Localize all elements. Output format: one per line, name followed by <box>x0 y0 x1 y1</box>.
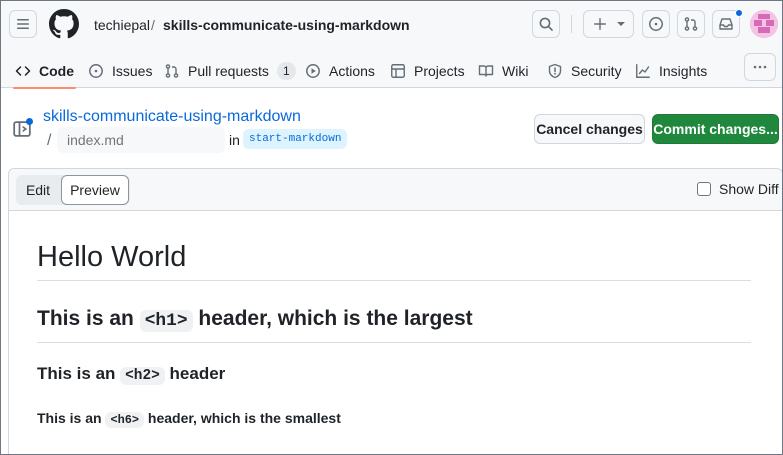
tab-code[interactable]: Code <box>9 53 80 89</box>
tab-wiki[interactable]: Wiki <box>472 53 534 88</box>
breadcrumb-separator: / <box>151 17 155 33</box>
repo-link[interactable]: skills-communicate-using-markdown <box>43 107 301 127</box>
tab-label: Actions <box>329 62 375 79</box>
heading-text: header, which is the largest <box>192 307 473 330</box>
show-diff-label: Show Diff <box>719 181 779 197</box>
issue-opened-icon <box>649 17 663 31</box>
preview-tab-button[interactable]: Preview <box>61 175 129 205</box>
kebab-horizontal-icon <box>753 65 767 69</box>
edit-tab-button[interactable]: Edit <box>16 175 60 205</box>
preview-heading-1: Hello World <box>37 239 751 281</box>
github-logo-icon[interactable] <box>49 9 79 39</box>
pull-request-count-badge: 1 <box>276 61 296 80</box>
plus-icon <box>593 18 606 30</box>
breadcrumb-repo[interactable]: skills-communicate-using-markdown <box>163 16 410 34</box>
play-icon <box>306 63 320 78</box>
tab-label: Pull requests <box>188 62 269 79</box>
pull-requests-button[interactable] <box>677 10 705 38</box>
header-divider <box>571 15 572 33</box>
commit-changes-button[interactable]: Commit changes... <box>652 114 779 144</box>
inline-code: <h1> <box>139 310 193 332</box>
issues-button[interactable] <box>642 10 670 38</box>
show-diff-toggle[interactable]: Show Diff <box>697 181 779 197</box>
search-icon <box>539 17 553 31</box>
graph-icon <box>636 63 650 78</box>
tab-label: Security <box>571 62 622 79</box>
code-icon <box>15 65 31 76</box>
heading-text: This is an <box>37 364 121 383</box>
more-tabs-button[interactable] <box>744 53 776 81</box>
inline-code: <h2> <box>120 367 165 385</box>
editor-toolbar: Edit Preview Show Diff <box>9 169 782 211</box>
hamburger-icon <box>17 19 29 29</box>
heading-text: This is an <box>37 410 106 426</box>
tab-label: Wiki <box>502 62 529 79</box>
tab-label: Insights <box>659 62 708 79</box>
inbox-icon <box>719 18 733 30</box>
search-button[interactable] <box>532 10 560 38</box>
heading-text: header, which is the smallest <box>144 410 341 426</box>
git-pull-request-icon <box>165 63 179 78</box>
tab-issues[interactable]: Issues <box>82 53 158 88</box>
file-editor: Edit Preview Show Diff Hello World This … <box>8 168 782 454</box>
avatar[interactable] <box>750 10 778 38</box>
tab-label: Issues <box>112 62 153 79</box>
heading-text: header <box>164 364 226 383</box>
table-icon <box>391 63 405 78</box>
show-diff-checkbox[interactable] <box>697 182 711 196</box>
branch-name-badge[interactable]: start-markdown <box>243 129 348 149</box>
in-label: in <box>229 132 240 148</box>
shield-icon <box>548 63 562 78</box>
tab-label: Code <box>39 62 74 79</box>
heading-text: This is an <box>37 307 140 330</box>
tab-projects[interactable]: Projects <box>384 53 471 88</box>
menu-button[interactable] <box>9 10 37 38</box>
tab-security[interactable]: Security <box>541 53 628 88</box>
create-new-button[interactable] <box>583 10 634 38</box>
filename-input[interactable] <box>57 127 225 153</box>
book-icon <box>478 64 494 77</box>
tab-actions[interactable]: Actions <box>299 53 381 88</box>
tab-pull-requests[interactable]: Pull requests 1 <box>158 53 302 88</box>
triangle-down-icon <box>616 22 625 26</box>
edit-preview-toggle: Edit Preview <box>16 175 130 205</box>
path-separator: / <box>47 132 52 149</box>
notification-dot <box>735 9 743 17</box>
cancel-changes-button[interactable]: Cancel changes <box>534 114 645 144</box>
file-tree-notification-dot <box>26 118 33 125</box>
tab-insights[interactable]: Insights <box>629 53 713 88</box>
preview-heading-2: This is an <h1> header, which is the lar… <box>37 304 751 343</box>
breadcrumb-owner[interactable]: techiepal <box>94 16 150 34</box>
tab-label: Projects <box>414 62 465 79</box>
inline-code: <h6> <box>105 412 145 428</box>
repo-nav-tabs: Code Issues Pull requests 1 Actions Proj… <box>1 53 782 89</box>
git-pull-request-icon <box>684 17 698 31</box>
browser-frame: techiepal / skills-communicate-using-mar… <box>0 0 783 455</box>
repo-header: techiepal / skills-communicate-using-mar… <box>1 1 782 89</box>
preview-heading-3: This is an <h2> header <box>37 361 225 389</box>
preview-heading-6: This is an <h6> header, which is the sma… <box>37 407 341 431</box>
issue-opened-icon <box>89 63 103 78</box>
